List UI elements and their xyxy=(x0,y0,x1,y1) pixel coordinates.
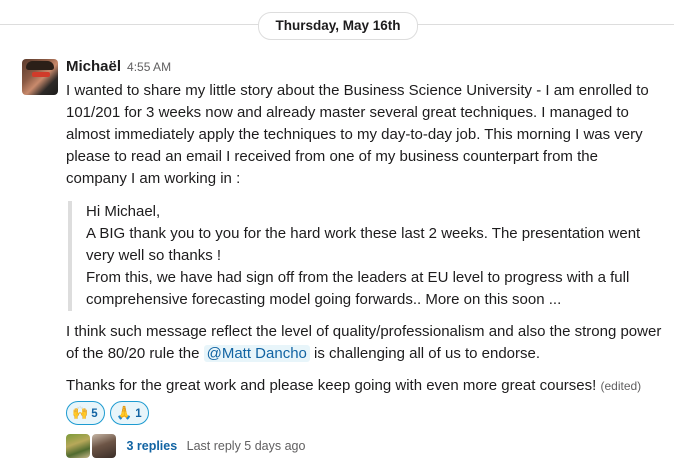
author-avatar[interactable] xyxy=(22,59,58,95)
reply-avatar xyxy=(66,434,90,458)
thread-summary[interactable]: 3 replies Last reply 5 days ago xyxy=(66,434,305,458)
blockquote: Hi Michael, A BIG thank you to you for t… xyxy=(68,201,666,311)
message: Michaël 4:55 AM I wanted to share my litt… xyxy=(66,58,666,397)
reaction-folded-hands[interactable]: 🙏 1 xyxy=(110,401,149,425)
raised-hands-icon: 🙌 xyxy=(72,405,89,420)
last-reply-text: Last reply 5 days ago xyxy=(186,439,306,453)
quote-line-3: From this, we have had sign off from the… xyxy=(86,269,630,308)
date-divider[interactable]: Thursday, May 16th xyxy=(258,12,418,40)
folded-hands-icon: 🙏 xyxy=(116,405,133,420)
reply-avatar xyxy=(92,434,116,458)
author-name[interactable]: Michaël xyxy=(66,58,121,75)
user-mention[interactable]: @Matt Dancho xyxy=(203,345,310,362)
message-timestamp[interactable]: 4:55 AM xyxy=(127,60,171,74)
quote-line-1: Hi Michael, xyxy=(86,203,161,220)
reaction-count: 5 xyxy=(91,408,98,420)
edited-label: (edited) xyxy=(600,379,642,393)
replies-link[interactable]: 3 replies xyxy=(126,439,177,453)
message-paragraph-2: I think such message reflect the level o… xyxy=(66,323,662,362)
quote-line-2: A BIG thank you to you for the hard work… xyxy=(86,225,641,264)
reactions-bar: 🙌 5 🙏 1 xyxy=(66,401,150,425)
reaction-raised-hands[interactable]: 🙌 5 xyxy=(66,401,105,425)
reaction-count: 1 xyxy=(135,408,142,420)
message-paragraph-3: Thanks for the great work and please kee… xyxy=(66,377,642,394)
message-paragraph-1: I wanted to share my little story about … xyxy=(66,82,649,187)
message-header: Michaël 4:55 AM xyxy=(66,58,666,80)
